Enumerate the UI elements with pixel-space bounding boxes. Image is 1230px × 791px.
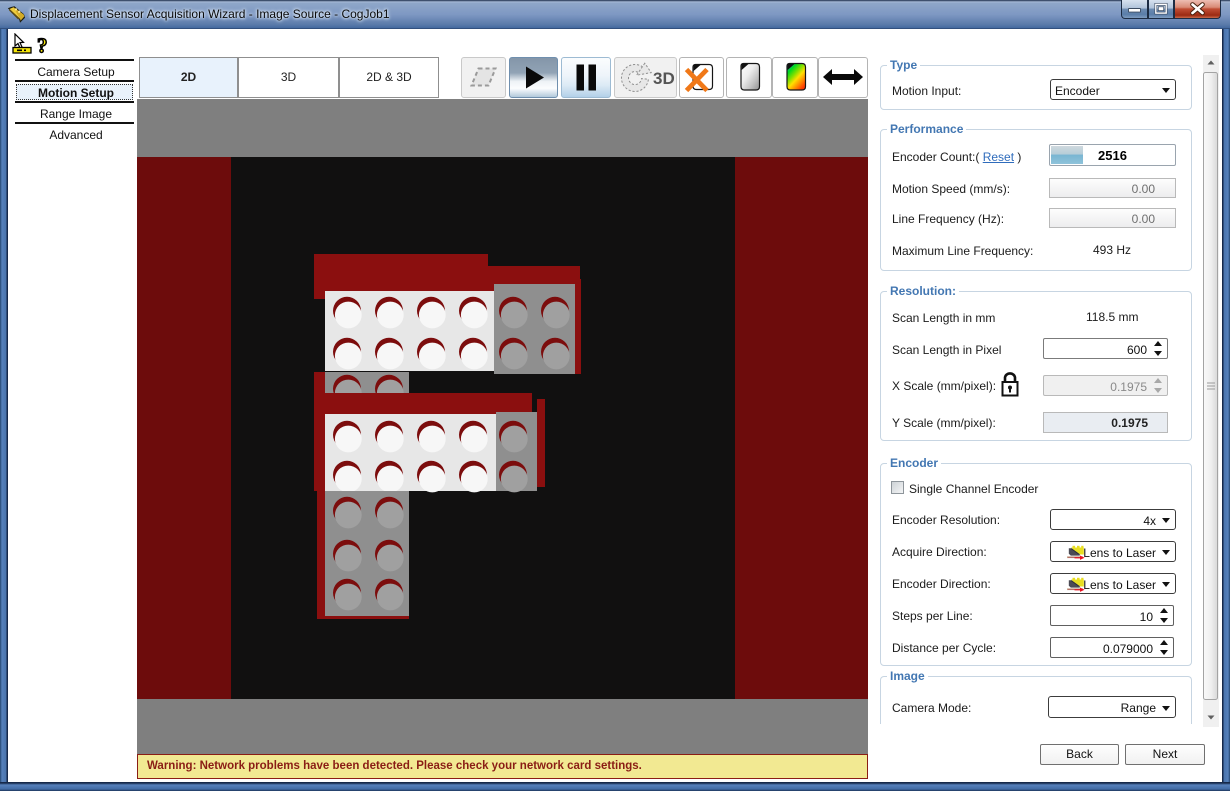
svg-text:?: ? bbox=[37, 34, 48, 56]
svg-text:3D: 3D bbox=[653, 69, 675, 88]
